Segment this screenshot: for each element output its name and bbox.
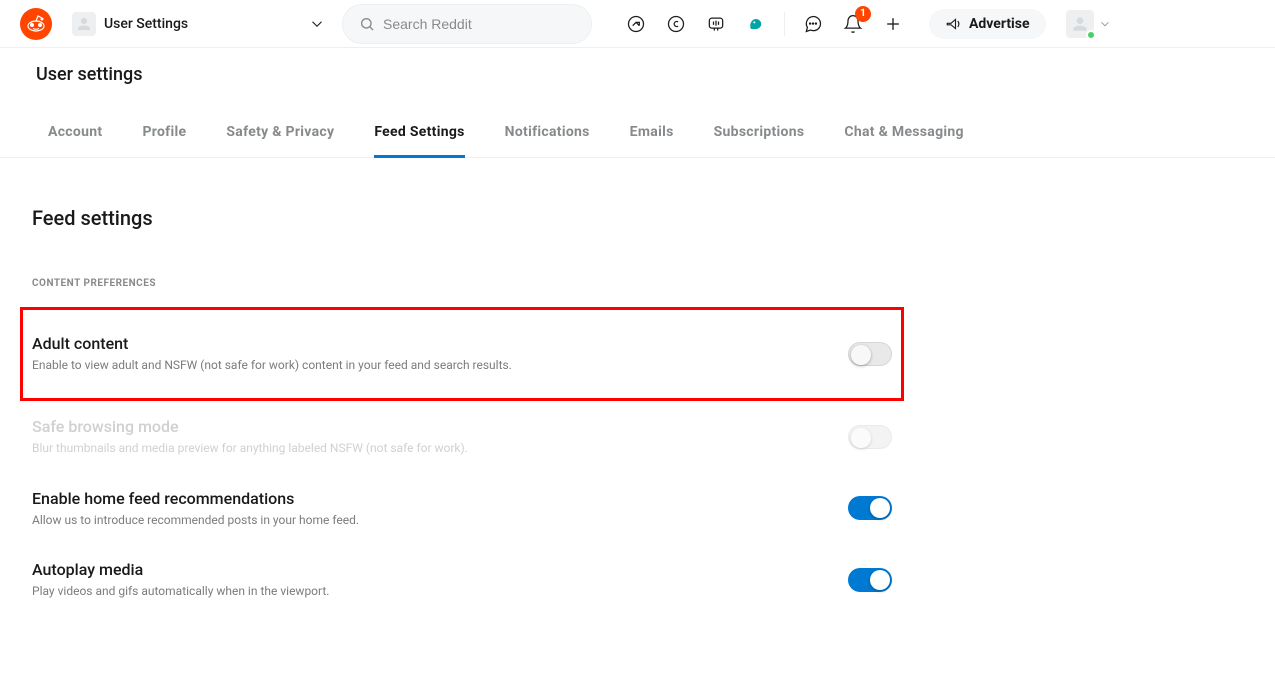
section-title: Feed settings	[32, 206, 892, 230]
user-dropdown-label: User Settings	[104, 16, 300, 32]
advertise-button[interactable]: Advertise	[929, 9, 1046, 39]
notifications-icon[interactable]: 1	[837, 8, 869, 40]
popular-icon[interactable]	[620, 8, 652, 40]
notification-badge: 1	[855, 6, 871, 22]
toggle-home-feed-recs[interactable]	[848, 496, 892, 520]
user-dropdown[interactable]: User Settings	[64, 8, 334, 40]
reddit-logo[interactable]	[20, 8, 52, 40]
setting-title: Autoplay media	[32, 560, 808, 579]
talk-icon[interactable]	[700, 8, 732, 40]
tab-notifications[interactable]: Notifications	[505, 109, 590, 157]
search-input[interactable]	[383, 16, 575, 32]
setting-title: Enable home feed recommendations	[32, 489, 808, 508]
tab-profile[interactable]: Profile	[142, 109, 186, 157]
setting-desc: Play videos and gifs automatically when …	[32, 583, 808, 600]
setting-autoplay: Autoplay media Play videos and gifs auto…	[32, 544, 892, 616]
profile-avatar	[1066, 10, 1094, 38]
mascot-icon[interactable]	[740, 8, 772, 40]
profile-dropdown[interactable]	[1066, 10, 1112, 38]
advertise-label: Advertise	[969, 16, 1030, 32]
page-heading: User settings	[36, 64, 1243, 85]
tab-account[interactable]: Account	[48, 109, 102, 157]
toggle-autoplay[interactable]	[848, 568, 892, 592]
setting-safe-browsing: Safe browsing mode Blur thumbnails and m…	[32, 401, 892, 473]
setting-desc: Enable to view adult and NSFW (not safe …	[32, 357, 808, 374]
chat-icon[interactable]	[797, 8, 829, 40]
app-header: User Settings 1 Advertise	[0, 0, 1275, 48]
toggle-safe-browsing	[848, 425, 892, 449]
chevron-down-icon	[1098, 17, 1112, 31]
highlight-box: Adult content Enable to view adult and N…	[20, 307, 904, 401]
search-bar[interactable]	[342, 4, 592, 44]
megaphone-icon	[945, 15, 963, 33]
content-area: User settings Account Profile Safety & P…	[0, 48, 1275, 616]
category-label: CONTENT PREFERENCES	[32, 278, 892, 289]
setting-desc: Blur thumbnails and media preview for an…	[32, 440, 808, 457]
tab-emails[interactable]: Emails	[630, 109, 674, 157]
feed-settings-section: Feed settings CONTENT PREFERENCES Adult …	[32, 158, 892, 616]
tab-chat-messaging[interactable]: Chat & Messaging	[844, 109, 963, 157]
setting-desc: Allow us to introduce recommended posts …	[32, 512, 808, 529]
setting-title: Safe browsing mode	[32, 417, 808, 436]
create-post-icon[interactable]	[877, 8, 909, 40]
setting-adult-content: Adult content Enable to view adult and N…	[32, 318, 892, 390]
toggle-adult-content[interactable]	[848, 342, 892, 366]
coin-icon[interactable]	[660, 8, 692, 40]
chevron-down-icon	[308, 15, 326, 33]
tab-safety-privacy[interactable]: Safety & Privacy	[226, 109, 334, 157]
settings-tabs: Account Profile Safety & Privacy Feed Se…	[0, 109, 1275, 158]
header-icons: 1 Advertise	[620, 8, 1112, 40]
tab-subscriptions[interactable]: Subscriptions	[714, 109, 805, 157]
setting-home-feed-recs: Enable home feed recommendations Allow u…	[32, 473, 892, 545]
user-avatar-icon	[72, 12, 96, 36]
search-icon	[359, 15, 375, 33]
divider	[784, 12, 785, 36]
setting-title: Adult content	[32, 334, 808, 353]
tab-feed-settings[interactable]: Feed Settings	[374, 109, 464, 158]
online-indicator	[1086, 30, 1096, 40]
